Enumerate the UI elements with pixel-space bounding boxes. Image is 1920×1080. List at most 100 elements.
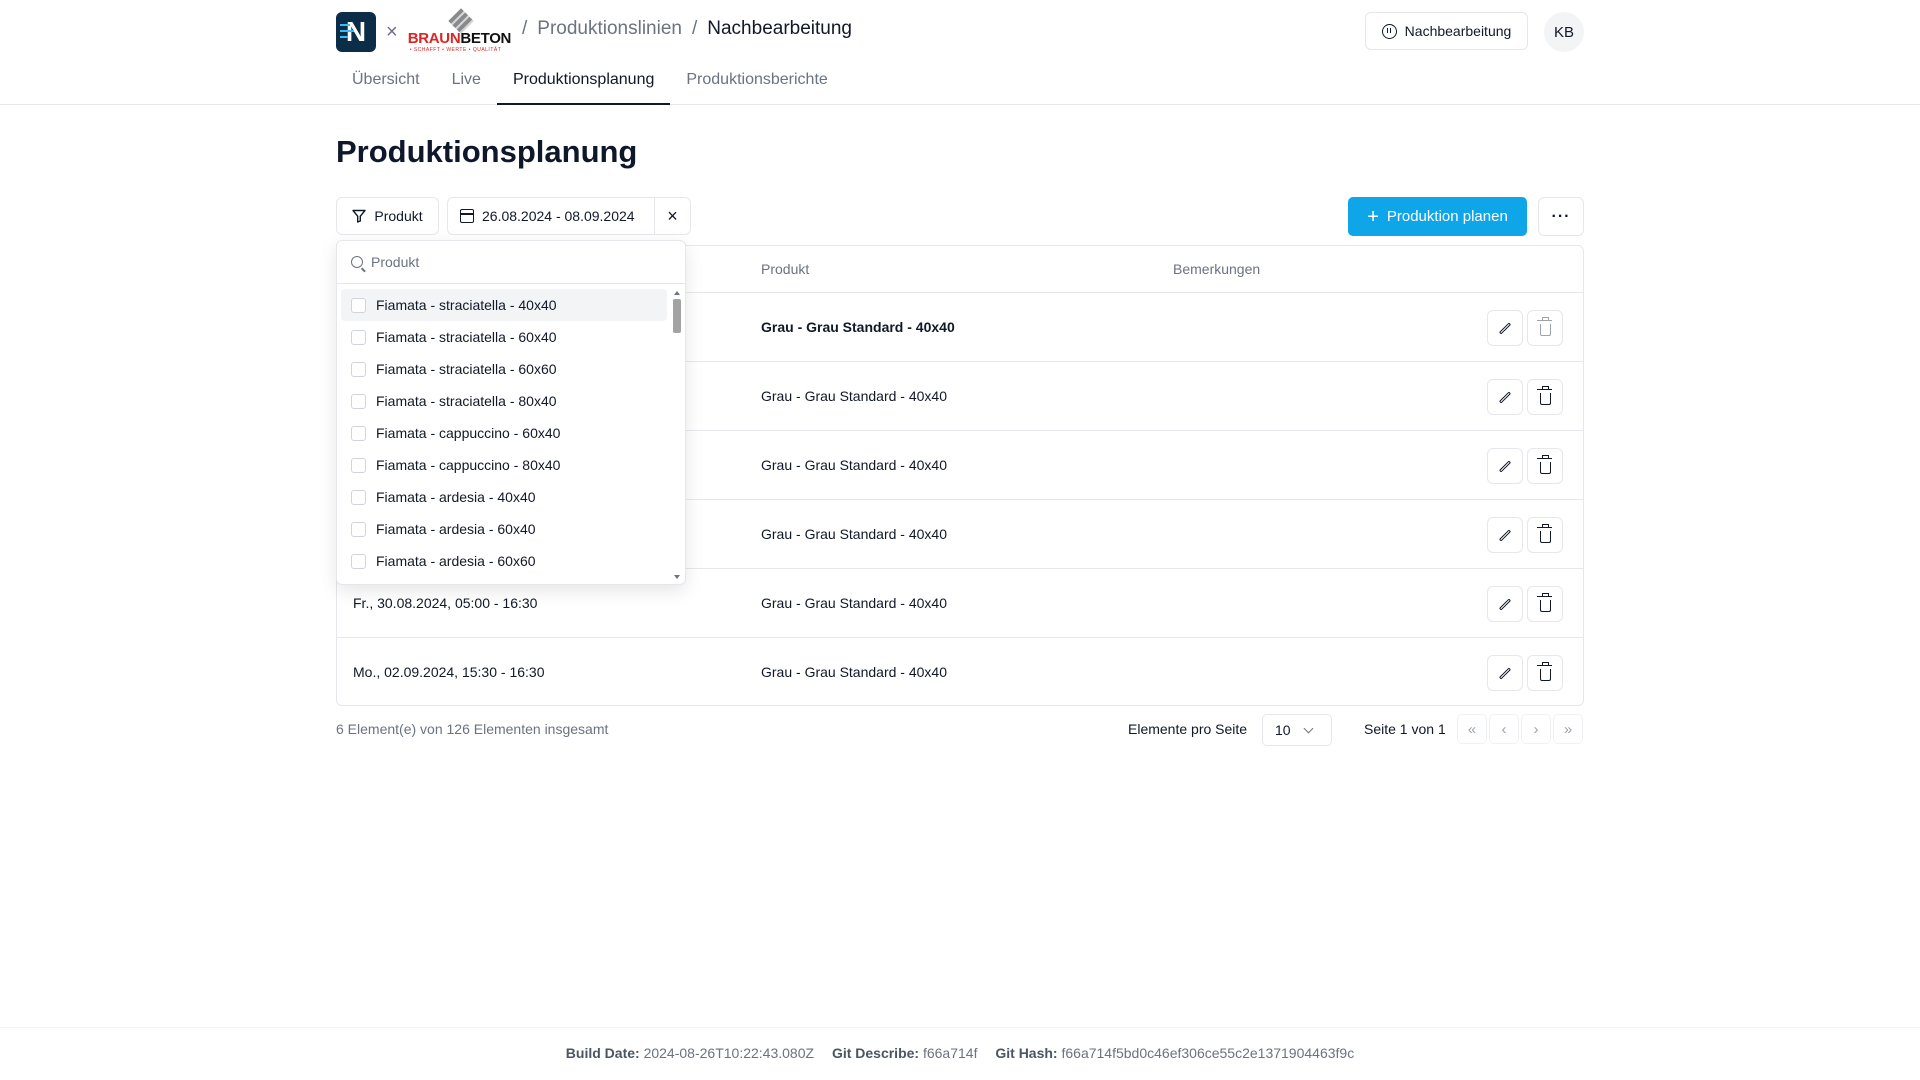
trash-icon <box>1536 317 1552 336</box>
checkbox[interactable] <box>351 393 366 409</box>
product-option[interactable]: Fiamata - ardesia - 40x40 <box>341 481 667 513</box>
date-range-filter[interactable]: 26.08.2024 - 08.09.2024 × <box>447 197 691 235</box>
tab-produktionsberichte[interactable]: Produktionsberichte <box>670 64 843 105</box>
column-header-bemerkungen[interactable]: Bemerkungen <box>1173 261 1260 277</box>
first-page-button[interactable]: « <box>1457 714 1487 744</box>
edit-button[interactable] <box>1487 655 1523 691</box>
table-row[interactable]: Mo., 02.09.2024, 15:30 - 16:30 Grau - Gr… <box>337 638 1583 707</box>
checkbox[interactable] <box>351 553 366 569</box>
edit-button[interactable] <box>1487 448 1523 484</box>
pause-circle-icon <box>1381 23 1397 39</box>
partner-logo: BRAUNBETON • SCHAFFT • WERTE • QUALITÄT <box>408 8 514 53</box>
edit-button[interactable] <box>1487 517 1523 553</box>
checkbox[interactable] <box>351 425 366 441</box>
plan-production-button[interactable]: + Produktion planen <box>1348 197 1527 236</box>
tab-uebersicht[interactable]: Übersicht <box>336 64 436 105</box>
filter-icon <box>352 209 367 223</box>
product-option-list: Fiamata - straciatella - 40x40 Fiamata -… <box>341 289 667 577</box>
page-info: Seite 1 von 1 <box>1364 721 1446 737</box>
result-summary: 6 Element(e) von 126 Elementen insgesamt <box>336 721 609 737</box>
plan-production-label: Produktion planen <box>1386 208 1508 225</box>
product-option[interactable]: Fiamata - straciatella - 60x60 <box>341 353 667 385</box>
user-avatar[interactable]: KB <box>1544 12 1584 52</box>
breadcrumb-separator: / <box>522 18 528 39</box>
app-header: N × BRAUNBETON • SCHAFFT • WERTE • QUALI… <box>0 0 1920 105</box>
checkbox[interactable] <box>351 329 366 345</box>
trash-icon <box>1536 386 1552 405</box>
product-filter-button[interactable]: Produkt <box>336 197 439 235</box>
per-page-select[interactable]: 10 <box>1262 714 1332 746</box>
breadcrumb-produktionslinien[interactable]: Produktionslinien <box>537 18 682 40</box>
git-describe-label: Git Describe: <box>831 1045 920 1061</box>
scroll-up-arrow-icon[interactable] <box>674 291 680 295</box>
dropdown-scrollbar[interactable] <box>671 289 683 581</box>
scrollbar-thumb[interactable] <box>673 299 681 333</box>
tab-produktionsplanung[interactable]: Produktionsplanung <box>496 64 671 105</box>
product-option-label: Fiamata - straciatella - 60x40 <box>376 329 557 345</box>
product-option[interactable]: Fiamata - ardesia - 60x40 <box>341 513 667 545</box>
product-filter-dropdown: Fiamata - straciatella - 40x40 Fiamata -… <box>336 240 686 585</box>
per-page-value: 10 <box>1275 722 1291 738</box>
checkbox[interactable] <box>351 489 366 505</box>
breadcrumb-current: Nachbearbeitung <box>707 18 852 39</box>
edit-button[interactable] <box>1487 379 1523 415</box>
edit-button[interactable] <box>1487 586 1523 622</box>
delete-button[interactable] <box>1527 448 1563 484</box>
checkbox[interactable] <box>351 297 366 313</box>
line-status-label: Nachbearbeitung <box>1404 23 1512 39</box>
product-option-label: Fiamata - ardesia - 40x40 <box>376 489 536 505</box>
git-hash-value: f66a714f5bd0c46ef306ce55c2e1371904463f9c <box>1061 1045 1355 1061</box>
pencil-icon <box>1498 666 1512 680</box>
delete-button[interactable] <box>1527 310 1563 346</box>
product-option[interactable]: Fiamata - cappuccino - 60x40 <box>341 417 667 449</box>
row-product: Grau - Grau Standard - 40x40 <box>761 595 947 611</box>
row-product: Grau - Grau Standard - 40x40 <box>761 319 955 335</box>
app-logo: N <box>336 12 376 52</box>
line-status-button[interactable]: Nachbearbeitung <box>1365 12 1528 50</box>
brand[interactable]: N × BRAUNBETON • SCHAFFT • WERTE • QUALI… <box>336 8 514 53</box>
product-option-label: Fiamata - straciatella - 80x40 <box>376 393 557 409</box>
pencil-icon <box>1498 597 1512 611</box>
breadcrumb-separator: / <box>691 18 698 39</box>
product-search-input[interactable] <box>371 254 651 270</box>
product-option[interactable]: Fiamata - straciatella - 60x40 <box>341 321 667 353</box>
product-option-label: Fiamata - cappuccino - 60x40 <box>376 425 561 441</box>
footer-divider <box>0 1027 1920 1028</box>
page-title: Produktionsplanung <box>336 134 638 169</box>
delete-button[interactable] <box>1527 655 1563 691</box>
trash-icon <box>1536 524 1552 543</box>
tab-live[interactable]: Live <box>436 64 497 105</box>
calendar-icon <box>460 209 474 223</box>
more-options-button[interactable]: ··· <box>1538 197 1584 236</box>
product-option[interactable]: Fiamata - ardesia - 60x60 <box>341 545 667 577</box>
checkbox[interactable] <box>351 457 366 473</box>
build-date-label: Build Date: <box>565 1045 640 1061</box>
checkbox[interactable] <box>351 361 366 377</box>
product-option[interactable]: Fiamata - straciatella - 80x40 <box>341 385 667 417</box>
pencil-icon <box>1498 321 1512 335</box>
row-product: Grau - Grau Standard - 40x40 <box>761 526 947 542</box>
product-option-label: Fiamata - ardesia - 60x40 <box>376 521 536 537</box>
row-product: Grau - Grau Standard - 40x40 <box>761 664 947 680</box>
delete-button[interactable] <box>1527 586 1563 622</box>
next-page-button[interactable]: › <box>1521 714 1551 744</box>
trash-icon <box>1536 662 1552 681</box>
build-info: Build Date: 2024-08-26T10:22:43.080Z Git… <box>0 1045 1920 1061</box>
product-option[interactable]: Fiamata - straciatella - 40x40 <box>341 289 667 321</box>
tab-bar: Übersicht Live Produktionsplanung Produk… <box>336 64 844 105</box>
delete-button[interactable] <box>1527 517 1563 553</box>
column-header-produkt[interactable]: Produkt <box>761 261 809 277</box>
previous-page-button[interactable]: ‹ <box>1489 714 1519 744</box>
edit-button[interactable] <box>1487 310 1523 346</box>
date-range-value: 26.08.2024 - 08.09.2024 <box>482 208 635 224</box>
clear-date-button[interactable]: × <box>654 198 690 234</box>
delete-button[interactable] <box>1527 379 1563 415</box>
pencil-icon <box>1498 459 1512 473</box>
product-option-label: Fiamata - cappuccino - 80x40 <box>376 457 561 473</box>
last-page-button[interactable]: » <box>1553 714 1583 744</box>
row-product: Grau - Grau Standard - 40x40 <box>761 388 947 404</box>
product-option[interactable]: Fiamata - cappuccino - 80x40 <box>341 449 667 481</box>
product-search <box>337 241 685 284</box>
scroll-down-arrow-icon[interactable] <box>674 575 680 579</box>
checkbox[interactable] <box>351 521 366 537</box>
